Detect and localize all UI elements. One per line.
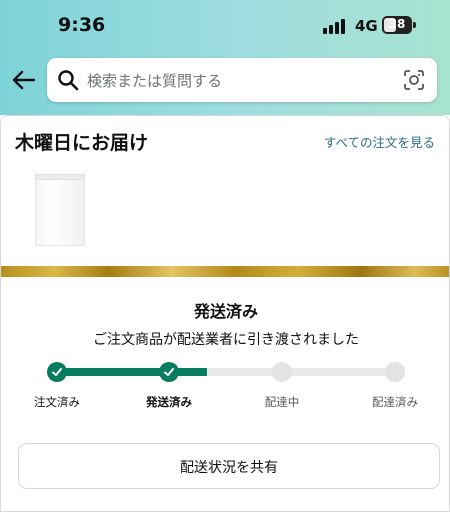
view-all-orders-link[interactable]: すべての注文を見る <box>324 132 435 151</box>
order-card: 木曜日にお届け すべての注文を見る 発送済み ご注文商品が配送業者に引き渡されま… <box>0 115 450 512</box>
progress-track-completed <box>57 368 207 376</box>
battery-level: 38 <box>388 17 406 31</box>
step-label-in-transit: 配達中 <box>264 395 300 409</box>
search-input[interactable]: 検索または質問する <box>87 70 222 91</box>
step-label-ordered: 注文済み <box>34 395 80 409</box>
step-label-shipped: 発送済み <box>146 395 192 409</box>
status-time: 9:36 <box>58 14 106 36</box>
battery-icon: 38 <box>382 16 412 34</box>
step-node-shipped <box>159 362 179 382</box>
checkmark-icon <box>164 368 174 376</box>
search-icon <box>58 70 79 91</box>
app-header: 9:36 4G 38 検索または質問する <box>0 0 450 115</box>
product-thumbnail[interactable] <box>35 174 87 248</box>
status-bar: 9:36 4G 38 <box>0 0 450 52</box>
shipment-status-title: 発送済み <box>193 302 258 321</box>
search-bar[interactable]: 検索または質問する <box>47 58 437 102</box>
step-node-delivered <box>385 362 405 382</box>
gold-divider-band <box>1 266 449 277</box>
cellular-signal-icon <box>323 18 347 34</box>
checkmark-icon <box>52 368 62 376</box>
network-type: 4G <box>355 17 378 35</box>
delivery-date-title: 木曜日にお届け <box>15 132 149 154</box>
share-tracking-button[interactable]: 配送状況を共有 <box>18 443 440 489</box>
shipment-status-description: ご注文商品が配送業者に引き渡されました <box>93 332 359 348</box>
step-node-ordered <box>47 362 67 382</box>
share-tracking-label: 配送状況を共有 <box>180 460 278 476</box>
step-node-in-transit <box>272 362 292 382</box>
battery-cap <box>413 22 416 28</box>
arrow-left-icon <box>12 70 36 90</box>
back-button[interactable] <box>8 64 40 96</box>
step-label-delivered: 配達済み <box>372 395 418 409</box>
progress-track-remaining <box>207 368 395 376</box>
camera-lens-icon[interactable] <box>403 69 425 91</box>
